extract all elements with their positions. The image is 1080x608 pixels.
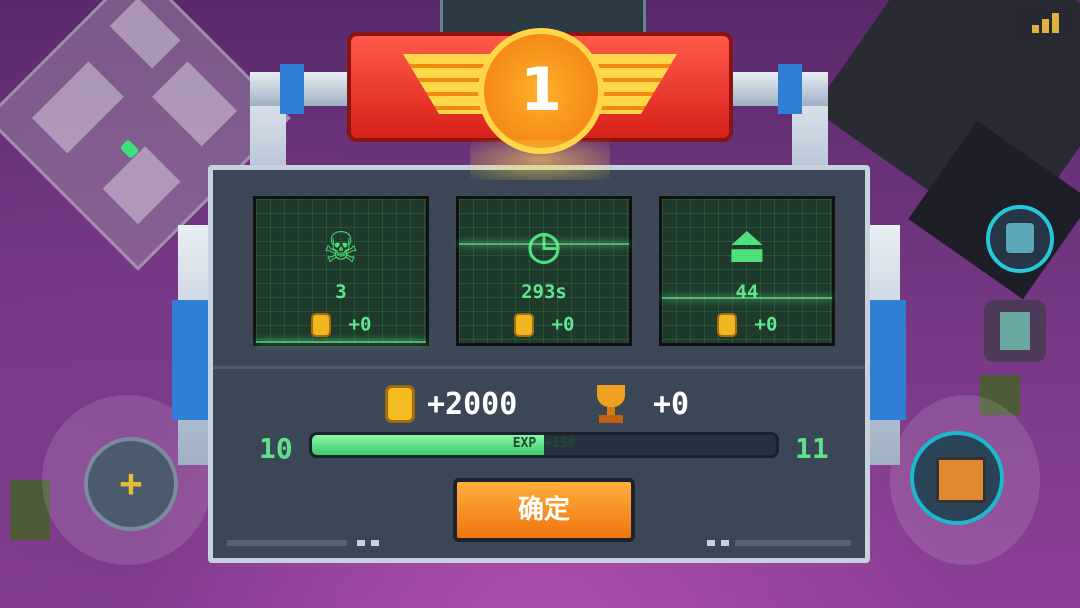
pipe-joint [866,300,906,420]
coin-icon [716,313,737,337]
skull-icon: ☠ [325,215,357,275]
plus-icon: + [119,461,143,505]
medal-glow [470,140,610,180]
rank-medal: 1 [478,28,604,154]
time-card: ◷ 293s +0 [456,196,632,346]
footer-bar [735,540,851,546]
current-level: 10 [259,432,293,465]
coin-icon [385,385,415,423]
footer-dot [707,540,715,546]
result-panel: ☠ 3 +0 ◷ 293s +0 ⏏ 44 +0 +2000 +0 10 EXP… [208,165,870,563]
pipe-joint [778,64,802,114]
clock-icon: ◷ [528,215,560,275]
kills-value: 3 [335,281,347,303]
weight-card: ⏏ 44 +0 [659,196,835,346]
exp-label: EXP +150 [512,436,576,451]
signal-icon [1014,6,1070,40]
footer-dot [357,540,365,546]
kills-card: ☠ 3 +0 [253,196,429,346]
weapon-icon [936,457,986,503]
time-reward: +0 [551,313,575,336]
coin-icon [513,313,534,337]
pipe [250,72,360,106]
footer-bar [227,540,347,546]
totals-row: +2000 +0 [213,385,865,425]
footer-dot [721,540,729,546]
weight-icon: ⏏ [731,215,763,275]
weapon-button[interactable] [890,395,1040,565]
coin-total: +2000 [427,387,518,422]
exp-bar: EXP +150 [309,432,779,458]
footer-dot [371,540,379,546]
confirm-button[interactable]: 确定 [453,478,635,542]
weight-reward: +0 [754,313,778,336]
character-button[interactable] [986,205,1054,273]
pipe [720,72,828,106]
coin-icon [310,313,331,337]
trophy-icon [593,385,629,425]
next-level: 11 [795,432,829,465]
weight-value: 44 [735,281,759,303]
time-value: 293s [521,281,567,303]
pipe-joint [280,64,304,114]
trophy-total: +0 [653,387,690,422]
pipe-joint [172,300,212,420]
robot-button[interactable] [984,300,1046,362]
divider [213,366,865,369]
kills-reward: +0 [348,313,372,336]
